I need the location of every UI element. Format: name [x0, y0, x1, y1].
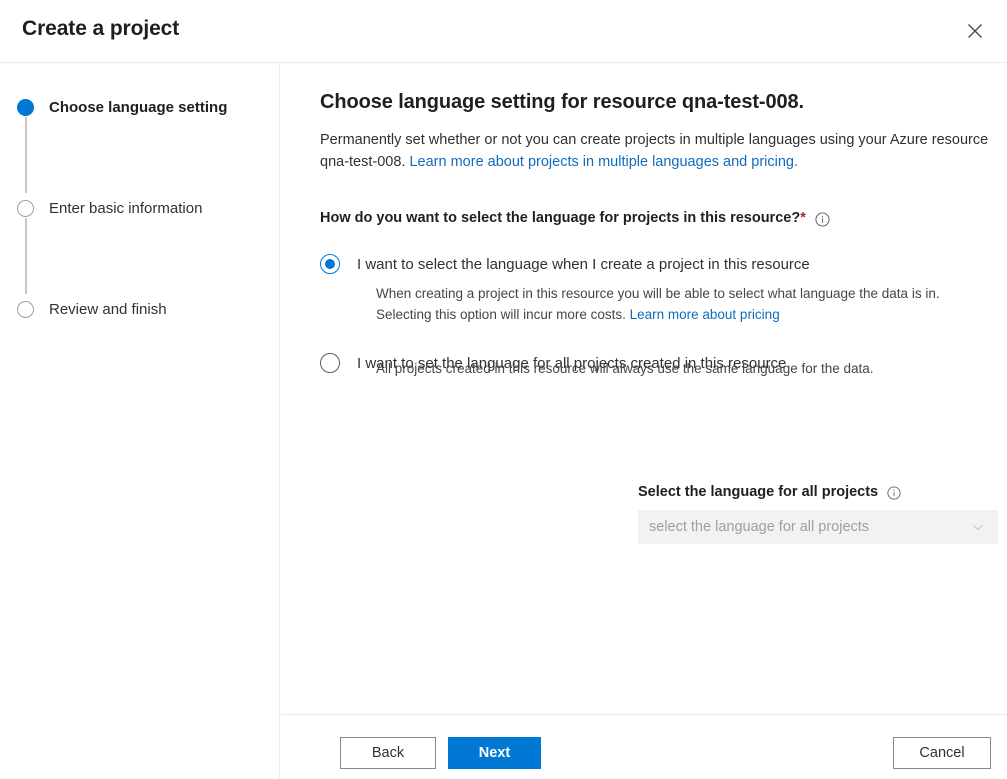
section-description: Permanently set whether or not you can c…: [320, 129, 992, 173]
help-line-2: Selecting this option will incur more co…: [376, 304, 1007, 325]
step-connector-2: [25, 218, 27, 294]
main-panel: Choose language setting for resource qna…: [281, 64, 1007, 714]
language-dropdown-label: Select the language for all projects: [638, 484, 998, 500]
section-heading: Choose language setting for resource qna…: [320, 91, 804, 114]
language-selection-radio-group: I want to select the language when I cre…: [320, 252, 1000, 375]
required-asterisk: *: [800, 210, 806, 226]
language-selection-question-label: How do you want to select the language f…: [320, 210, 830, 226]
dialog-footer: Back Next Cancel: [281, 714, 1007, 779]
sidebar-item-label: Review and finish: [49, 301, 167, 318]
language-dropdown-block: Select the language for all projects sel…: [638, 484, 998, 544]
sidebar-item-choose-language-setting[interactable]: Choose language setting: [0, 92, 280, 122]
radio-option-set-for-all-projects-help: All projects created in this resource wi…: [376, 358, 1007, 379]
learn-more-about-pricing-link[interactable]: Learn more about pricing: [630, 307, 780, 322]
info-icon[interactable]: [887, 486, 901, 500]
page-title: Create a project: [22, 17, 179, 41]
radio-unchecked-icon: [320, 353, 340, 373]
sidebar-item-enter-basic-information[interactable]: Enter basic information: [0, 193, 280, 223]
step-bullet-pending-icon: [17, 200, 34, 217]
wizard-sidebar: Choose language setting Enter basic info…: [0, 64, 280, 779]
help-line-1: All projects created in this resource wi…: [376, 358, 1007, 379]
step-connector-1: [25, 117, 27, 193]
radio-option-select-per-project[interactable]: I want to select the language when I cre…: [320, 252, 1000, 276]
radio-inner-dot: [325, 259, 335, 269]
help-line-2-text: Selecting this option will incur more co…: [376, 307, 630, 322]
help-line-1: When creating a project in this resource…: [376, 283, 1007, 304]
sidebar-item-label: Choose language setting: [49, 99, 227, 116]
question-text: How do you want to select the language f…: [320, 210, 800, 226]
step-bullet-pending-icon: [17, 301, 34, 318]
back-button[interactable]: Back: [340, 737, 436, 769]
close-icon: [967, 23, 983, 39]
radio-checked-icon: [320, 254, 340, 274]
language-dropdown-value: select the language for all projects: [649, 519, 971, 535]
radio-option-select-per-project-help: When creating a project in this resource…: [376, 283, 1007, 325]
sidebar-item-label: Enter basic information: [49, 200, 202, 217]
cancel-button[interactable]: Cancel: [893, 737, 991, 769]
language-dropdown[interactable]: select the language for all projects: [638, 510, 998, 544]
close-button[interactable]: [957, 13, 993, 49]
next-button[interactable]: Next: [448, 737, 541, 769]
chevron-down-icon: [971, 520, 985, 534]
radio-option-label: I want to select the language when I cre…: [357, 256, 810, 273]
learn-more-languages-pricing-link[interactable]: Learn more about projects in multiple la…: [409, 154, 798, 170]
dropdown-label-text: Select the language for all projects: [638, 484, 878, 500]
step-bullet-active-icon: [17, 99, 34, 116]
sidebar-item-review-and-finish[interactable]: Review and finish: [0, 294, 280, 324]
dialog-header: Create a project: [0, 0, 1007, 63]
info-icon[interactable]: [815, 212, 830, 227]
